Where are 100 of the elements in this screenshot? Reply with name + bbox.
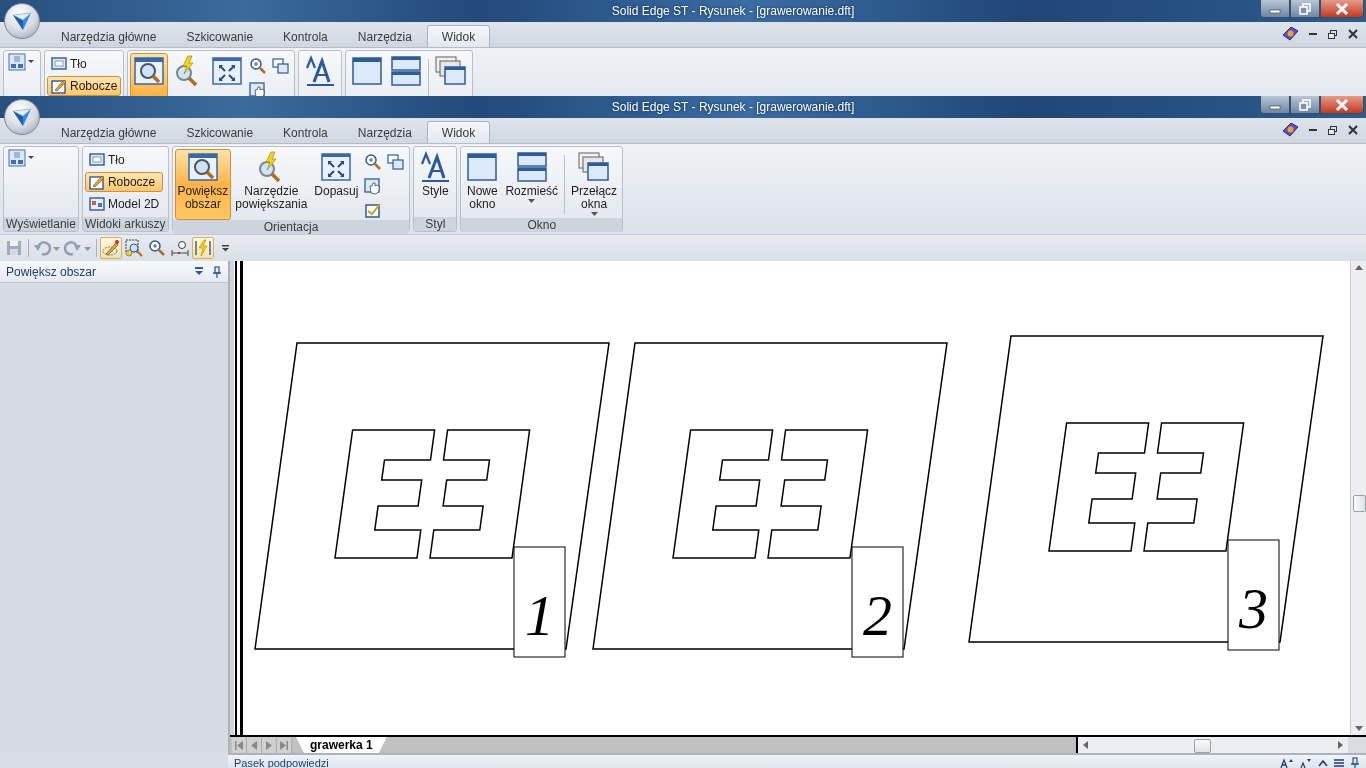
close-button[interactable] bbox=[1346, 29, 1360, 39]
ribbon-tab[interactable]: Narzędzia bbox=[342, 121, 427, 143]
ribbon-button[interactable]: Robocze bbox=[84, 172, 164, 192]
magnifier-frame-icon bbox=[133, 55, 166, 87]
ribbon-tab[interactable]: Narzędzia bbox=[342, 25, 427, 47]
font-increase-icon bbox=[1280, 757, 1294, 768]
scroll-up-icon bbox=[1354, 264, 1363, 270]
stacked-windows-icon bbox=[390, 55, 423, 87]
scrollbar-corner bbox=[1348, 737, 1366, 753]
zoom-in-icon bbox=[148, 239, 166, 257]
horizontal-scrollbar[interactable] bbox=[1076, 737, 1348, 753]
minimize-button[interactable] bbox=[1260, 0, 1290, 18]
scroll-left-icon bbox=[1082, 741, 1088, 749]
screen-icon bbox=[51, 57, 67, 71]
ribbon-button[interactable]: Model 2D bbox=[84, 194, 164, 214]
caret-icon bbox=[83, 246, 91, 251]
vertical-scrollbar[interactable] bbox=[1350, 261, 1366, 735]
font-decrease-icon bbox=[1300, 757, 1312, 768]
windows-icon bbox=[387, 152, 406, 171]
ribbon-tab[interactable]: Widok bbox=[426, 25, 491, 47]
ribbon-tab[interactable]: Szkicowanie bbox=[171, 25, 269, 47]
prompt-bar-text: Pasek podpowiedzi bbox=[234, 756, 329, 768]
number-label: 2 bbox=[863, 583, 892, 648]
restore-button[interactable] bbox=[1290, 96, 1320, 114]
close-button[interactable] bbox=[1320, 96, 1364, 114]
close-button[interactable] bbox=[1320, 0, 1364, 18]
restore-icon bbox=[1327, 28, 1338, 40]
scroll-down-icon bbox=[1354, 726, 1363, 732]
window-icon bbox=[351, 55, 384, 87]
help-book-icon bbox=[1281, 26, 1299, 42]
font-style-icon bbox=[419, 151, 452, 183]
zoom-window-icon bbox=[125, 239, 143, 257]
dropdown-icon bbox=[194, 265, 204, 276]
group-label: Orientacja bbox=[172, 220, 410, 234]
ribbon-button[interactable]: Powiększ obszar bbox=[174, 149, 232, 220]
minimize-button[interactable] bbox=[1260, 96, 1290, 114]
ribbon-tab[interactable]: Szkicowanie bbox=[171, 121, 269, 143]
window-title: Solid Edge ST - Rysunek - [grawerowanie.dft] bbox=[611, 4, 855, 18]
lightning-button[interactable] bbox=[192, 237, 214, 259]
ribbon-tab[interactable]: Widok bbox=[426, 121, 491, 143]
restore-button[interactable] bbox=[1290, 0, 1320, 18]
ribbon-button[interactable]: Robocze bbox=[47, 76, 122, 96]
last-sheet-icon bbox=[280, 740, 288, 750]
font-style-icon bbox=[304, 55, 337, 87]
ribbon-tab[interactable]: Narzędzia główne bbox=[46, 25, 172, 47]
panel-title: Powiększ obszar bbox=[6, 264, 97, 279]
ribbon-button[interactable]: Nowe okno bbox=[463, 149, 502, 218]
restore-button[interactable] bbox=[1325, 124, 1340, 136]
fit-arrows-icon bbox=[211, 55, 244, 87]
window-title: Solid Edge ST - Rysunek - [grawerowanie.dft] bbox=[611, 100, 855, 114]
sheet-shapes-icon bbox=[88, 197, 105, 211]
pin-icon bbox=[1350, 756, 1360, 768]
ribbon-button[interactable]: Narzędzie powiększania bbox=[232, 149, 311, 220]
minimize-icon bbox=[1309, 129, 1317, 131]
next-sheet-icon bbox=[266, 740, 272, 750]
redo-icon bbox=[64, 239, 82, 257]
scroll-thumb[interactable] bbox=[1194, 739, 1211, 753]
display-icon bbox=[8, 149, 36, 169]
ribbon-tab[interactable]: Narzędzia główne bbox=[46, 121, 172, 143]
sketch-button[interactable] bbox=[100, 237, 122, 259]
scroll-right-icon bbox=[1338, 741, 1344, 749]
close-icon bbox=[1348, 125, 1358, 135]
ribbon-button[interactable]: Przełącz okna bbox=[568, 149, 621, 218]
close-button[interactable] bbox=[1346, 125, 1360, 135]
hand-icon bbox=[249, 80, 268, 96]
group-label: Okno bbox=[461, 218, 623, 232]
zoom-window-button[interactable] bbox=[123, 237, 145, 259]
pencil-sheet-icon bbox=[88, 174, 105, 190]
ribbon-tab[interactable]: Kontrola bbox=[268, 121, 343, 143]
overlapping-windows-icon bbox=[578, 151, 611, 183]
undo-icon bbox=[33, 239, 51, 257]
restore-button[interactable] bbox=[1325, 28, 1340, 40]
group-label: Widoki arkuszy bbox=[82, 217, 168, 231]
restore-icon bbox=[1299, 2, 1311, 15]
group-label: Styl bbox=[414, 217, 457, 231]
pin-icon bbox=[212, 265, 222, 278]
number-label: 1 bbox=[525, 583, 554, 648]
dropdown-button[interactable] bbox=[194, 265, 204, 278]
scroll-thumb[interactable] bbox=[1353, 495, 1366, 512]
dimension-icon bbox=[171, 239, 189, 257]
ribbon-button[interactable]: Style bbox=[416, 149, 455, 217]
stacked-windows-icon bbox=[515, 151, 548, 183]
sheet-tab[interactable]: grawerka 1 bbox=[296, 737, 387, 753]
ribbon-button[interactable]: Tło bbox=[47, 54, 122, 74]
caret-icon bbox=[52, 246, 60, 251]
ribbon-tab[interactable]: Kontrola bbox=[268, 25, 343, 47]
magnifier-frame-icon bbox=[186, 151, 219, 183]
ribbon-button[interactable]: Dopasuj bbox=[311, 149, 362, 220]
ribbon-button[interactable]: Rozmieść bbox=[502, 149, 562, 218]
pencil-icon bbox=[102, 239, 120, 257]
lightning-icon bbox=[194, 239, 212, 257]
restore-icon bbox=[1299, 98, 1311, 111]
ribbon-button[interactable]: Tło bbox=[84, 150, 164, 170]
minimize-button[interactable] bbox=[1307, 33, 1319, 35]
window-icon bbox=[466, 151, 499, 183]
minimize-icon bbox=[1309, 33, 1317, 35]
minimize-button[interactable] bbox=[1307, 129, 1319, 131]
pin-button[interactable] bbox=[212, 265, 222, 278]
list-icon bbox=[1334, 758, 1344, 767]
collapse-icon bbox=[1318, 758, 1328, 767]
